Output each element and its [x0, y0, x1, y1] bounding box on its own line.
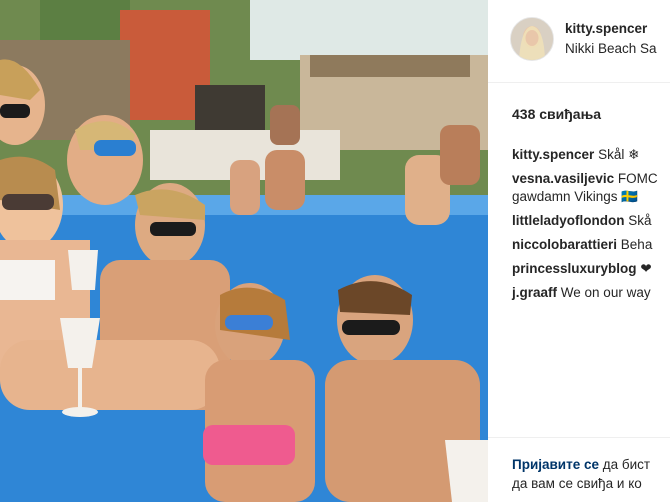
comment-item: j.graaff We on our way	[512, 284, 670, 302]
post-header: kitty.spencer Nikki Beach Sa	[488, 0, 670, 83]
comment-item: kitty.spencer Skål ❄	[512, 146, 670, 164]
post-sidebar: kitty.spencer Nikki Beach Sa 438 свиђања…	[488, 0, 670, 502]
comment-username[interactable]: niccolobarattieri	[512, 237, 617, 252]
comments-list: kitty.spencer Skål ❄ vesna.vasiljevic FO…	[512, 146, 670, 308]
avatar-image	[511, 18, 553, 60]
post-location[interactable]: Nikki Beach Sa	[565, 41, 657, 56]
comment-text-continued: gawdamn Vikings 🇸🇪	[512, 189, 639, 204]
login-prompt-text: да бист	[602, 457, 651, 472]
comment-username[interactable]: j.graaff	[512, 285, 557, 300]
post-photo[interactable]	[0, 0, 488, 502]
comment-username[interactable]: littleladyoflondon	[512, 213, 625, 228]
comment-text: Skå	[628, 213, 652, 228]
login-prompt: Пријавите се да бист да вам се свиђа и к…	[488, 437, 670, 502]
comment-username[interactable]: princessluxuryblog	[512, 261, 637, 276]
post-username[interactable]: kitty.spencer	[565, 21, 647, 36]
comment-username[interactable]: vesna.vasiljevic	[512, 171, 614, 186]
comment-text: Skål ❄	[598, 147, 640, 162]
login-prompt-text-2: да вам се свиђа и ко	[512, 476, 642, 491]
comment-item: littleladyoflondon Skå	[512, 212, 670, 230]
likes-count[interactable]: 438 свиђања	[512, 106, 601, 122]
comment-username[interactable]: kitty.spencer	[512, 147, 594, 162]
login-link[interactable]: Пријавите се	[512, 457, 599, 472]
login-line: Пријавите се да бист	[512, 457, 650, 472]
comment-item: vesna.vasiljevic FOMC gawdamn Vikings 🇸🇪	[512, 170, 670, 206]
comment-text: ❤	[640, 261, 652, 276]
comment-item: princessluxuryblog ❤	[512, 260, 670, 278]
pool-party-photo	[0, 0, 488, 502]
comment-text: Beha	[620, 237, 653, 252]
comment-text: FOMC	[617, 171, 658, 186]
avatar[interactable]	[510, 17, 554, 61]
comment-text: We on our way	[560, 285, 651, 300]
comment-item: niccolobarattieri Beha	[512, 236, 670, 254]
